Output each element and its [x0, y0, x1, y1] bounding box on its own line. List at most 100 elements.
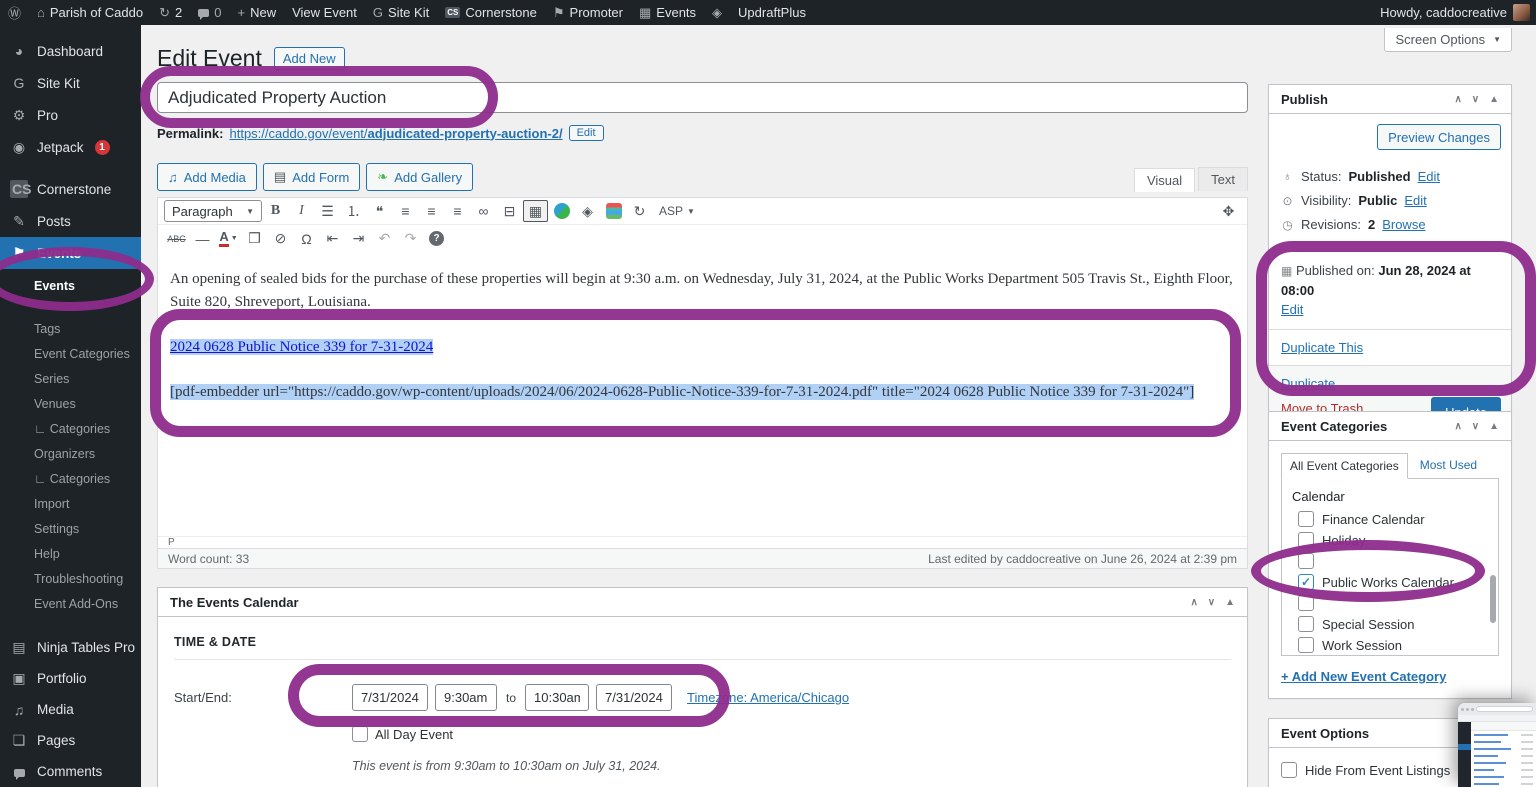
checkbox[interactable] — [1298, 574, 1314, 590]
submenu-item-event-add-ons[interactable]: Event Add-Ons — [0, 591, 141, 616]
asp-dropdown[interactable]: ASP▼ — [653, 204, 701, 218]
site-name-menu[interactable]: ⌂Parish of Caddo — [29, 0, 151, 25]
fullscreen-icon[interactable]: ✥ — [1216, 200, 1241, 222]
submenu-item-settings[interactable]: Settings — [0, 516, 141, 541]
timezone-link[interactable]: Timezone: America/Chicago — [687, 690, 849, 705]
collapse-icon[interactable]: ▲ — [1225, 597, 1235, 608]
add-media-button[interactable]: ♫Add Media — [157, 163, 257, 191]
submenu-item-tags[interactable]: Tags — [0, 316, 141, 341]
sidebar-item-dashboard[interactable]: ◕Dashboard — [0, 35, 141, 67]
plugin-swirl-icon[interactable] — [549, 200, 574, 222]
updraftplus-menu[interactable]: UpdraftPlus — [730, 0, 814, 25]
refresh-icon[interactable]: ↻ — [627, 200, 652, 222]
submenu-item-venues[interactable]: Venues — [0, 391, 141, 416]
layers-icon[interactable]: ◈ — [575, 200, 600, 222]
category-row[interactable] — [1298, 553, 1496, 569]
text-color-icon[interactable]: A▼ — [216, 228, 241, 250]
move-down-icon[interactable]: ∨ — [1208, 597, 1215, 608]
hide-from-listings-checkbox[interactable] — [1281, 762, 1297, 778]
sidebar-item-site-kit[interactable]: GSite Kit — [0, 67, 141, 99]
sidebar-item-portfolio[interactable]: ▣Portfolio — [0, 663, 141, 694]
screen-options-button[interactable]: Screen Options ▼ — [1384, 28, 1512, 52]
outdent-icon[interactable]: ⇤ — [320, 228, 345, 250]
submenu-item-events[interactable]: Events — [0, 273, 141, 298]
category-row-special-session[interactable]: Special Session — [1298, 616, 1496, 632]
indent-icon[interactable]: ⇥ — [346, 228, 371, 250]
align-center-icon[interactable]: ≡ — [419, 200, 444, 222]
move-up-icon[interactable]: ∧ — [1454, 421, 1461, 432]
undo-icon[interactable]: ↶ — [372, 228, 397, 250]
new-content-menu[interactable]: +New — [229, 0, 284, 25]
edit-visibility-link[interactable]: Edit — [1404, 193, 1426, 208]
updates-menu[interactable]: ↻2 — [151, 0, 190, 25]
end-time-input[interactable] — [525, 684, 589, 711]
scrollbar-thumb[interactable] — [1490, 575, 1496, 623]
sidebar-item-ninja-tables[interactable]: ▤Ninja Tables Pro — [0, 632, 141, 663]
checkbox[interactable] — [1298, 553, 1314, 569]
browse-revisions-link[interactable]: Browse — [1382, 217, 1425, 232]
checkbox[interactable] — [1298, 532, 1314, 548]
sidebar-item-pages[interactable]: ❏Pages — [0, 725, 141, 756]
tab-all-event-categories[interactable]: All Event Categories — [1281, 453, 1408, 479]
align-right-icon[interactable]: ≡ — [445, 200, 470, 222]
start-time-input[interactable] — [435, 684, 497, 711]
move-down-icon[interactable]: ∨ — [1472, 421, 1479, 432]
category-row[interactable] — [1298, 595, 1496, 611]
strikethrough-icon[interactable]: ABC — [164, 228, 189, 250]
bullet-list-icon[interactable]: ☰ — [315, 200, 340, 222]
duplicate-link[interactable]: Duplicate — [1281, 376, 1335, 391]
blockquote-icon[interactable]: ❝ — [367, 200, 392, 222]
public-notice-link[interactable]: 2024 0628 Public Notice 339 for 7-31-202… — [170, 339, 433, 355]
user-avatar[interactable] — [1513, 4, 1530, 21]
tab-text[interactable]: Text — [1198, 167, 1248, 191]
editor-element-path[interactable]: P — [158, 536, 1247, 548]
sidebar-item-comments[interactable]: Comments — [0, 756, 141, 787]
move-down-icon[interactable]: ∨ — [1472, 94, 1479, 105]
category-row-work-session[interactable]: Work Session — [1298, 637, 1496, 653]
add-new-button[interactable]: Add New — [274, 47, 345, 70]
special-character-icon[interactable]: Ω — [294, 228, 319, 250]
promoter-menu[interactable]: ⚑Promoter — [545, 0, 631, 25]
checkbox[interactable] — [1298, 595, 1314, 611]
sidebar-item-media[interactable]: ♫Media — [0, 694, 141, 725]
screen-share-thumbnail[interactable] — [1458, 703, 1536, 787]
redo-icon[interactable]: ↷ — [398, 228, 423, 250]
wordpress-logo-menu[interactable]: Ⓦ — [0, 0, 29, 25]
ninja-tables-icon[interactable] — [601, 200, 626, 222]
sidebar-item-jetpack[interactable]: ◉Jetpack1 — [0, 131, 141, 163]
preview-changes-button[interactable]: Preview Changes — [1377, 124, 1501, 150]
submenu-item-troubleshooting[interactable]: Troubleshooting — [0, 566, 141, 591]
move-up-icon[interactable]: ∧ — [1454, 94, 1461, 105]
move-up-icon[interactable]: ∧ — [1190, 597, 1197, 608]
help-icon[interactable]: ? — [424, 228, 449, 250]
paragraph-format-select[interactable]: Paragraph▼ — [164, 200, 262, 222]
submenu-item-import[interactable]: Import — [0, 491, 141, 516]
link-icon[interactable]: ∞ — [471, 200, 496, 222]
checkbox[interactable] — [1298, 637, 1314, 653]
submenu-item-venue-categories[interactable]: ∟ Categories — [0, 416, 141, 441]
duplicate-this-link[interactable]: Duplicate This — [1281, 340, 1363, 355]
category-row-public-works[interactable]: Public Works Calendar — [1298, 574, 1496, 590]
editor-content-area[interactable]: An opening of sealed bids for the purcha… — [158, 252, 1247, 536]
paste-as-text-icon[interactable]: ❒ — [242, 228, 267, 250]
checkbox[interactable] — [1298, 616, 1314, 632]
collapse-icon[interactable]: ▲ — [1489, 94, 1499, 105]
end-date-input[interactable] — [596, 684, 672, 711]
plugin-diamond-menu[interactable]: ◈ — [704, 0, 730, 25]
comments-menu[interactable]: 0 — [190, 0, 229, 25]
category-row-finance[interactable]: Finance Calendar — [1298, 511, 1496, 527]
sidebar-item-posts[interactable]: ✎Posts — [0, 205, 141, 237]
submenu-item-organizer-categories[interactable]: ∟ Categories — [0, 466, 141, 491]
italic-icon[interactable]: I — [289, 200, 314, 222]
horizontal-rule-icon[interactable]: — — [190, 228, 215, 250]
start-date-input[interactable] — [352, 684, 428, 711]
cornerstone-menu[interactable]: CSCornerstone — [437, 0, 545, 25]
submenu-item-series[interactable]: Series — [0, 366, 141, 391]
align-left-icon[interactable]: ≡ — [393, 200, 418, 222]
table-icon[interactable]: ▦ — [523, 200, 548, 222]
add-gallery-button[interactable]: ❧Add Gallery — [366, 163, 473, 191]
events-menu[interactable]: ▦Events — [631, 0, 704, 25]
read-more-icon[interactable]: ⊟ — [497, 200, 522, 222]
event-title-input[interactable] — [157, 82, 1248, 113]
collapse-icon[interactable]: ▲ — [1489, 421, 1499, 432]
